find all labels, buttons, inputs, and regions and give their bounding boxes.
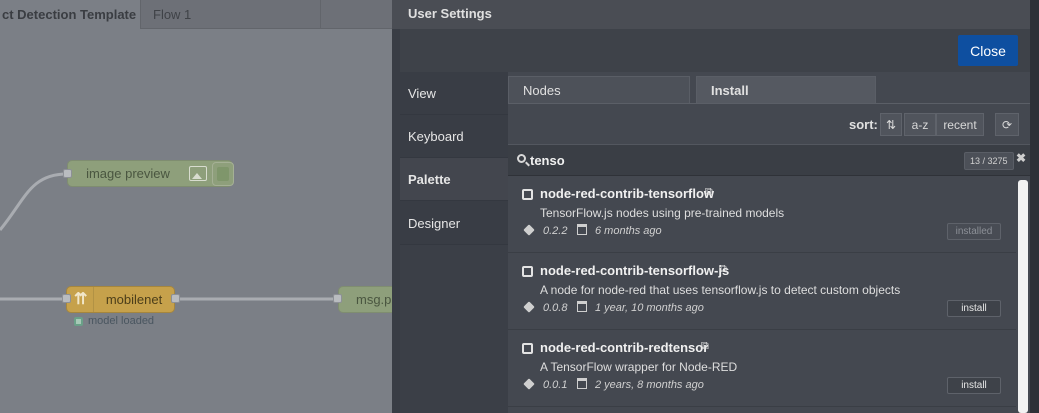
search-row: 13 / 3275 ✖: [508, 144, 1030, 176]
flow-editor: ct Detection Template Flow 1 image previ…: [0, 0, 392, 413]
msg-input-port[interactable]: [333, 294, 342, 303]
external-link-icon[interactable]: ⧉: [701, 340, 709, 353]
search-icon: [517, 154, 526, 163]
sort-recent-button[interactable]: recent: [936, 113, 984, 136]
clear-search-icon[interactable]: ✖: [1016, 151, 1026, 165]
mobilenet-input-port[interactable]: [62, 294, 71, 303]
refresh-button[interactable]: ⟳: [995, 113, 1019, 136]
dialog-edge: [1030, 0, 1039, 413]
calendar-icon: [577, 378, 587, 389]
palette-settings-content: Nodes Install sort: ⇅ a-z recent ⟳ 13 / …: [508, 72, 1030, 413]
dialog-title: User Settings: [408, 6, 492, 21]
sort-label: sort:: [849, 117, 878, 132]
mobilenet-output-port[interactable]: [171, 294, 180, 303]
image-icon: [189, 166, 207, 181]
dialog-header: User Settings: [392, 0, 1030, 29]
package-updated: 1 year, 10 months ago: [595, 302, 704, 314]
mobilenet-node-label: mobilenet: [105, 292, 163, 307]
tag-icon: [523, 301, 535, 313]
package-name-link[interactable]: node-red-contrib-tensorflow-js: [540, 263, 729, 278]
sort-relevance-button[interactable]: ⇅: [880, 113, 902, 136]
package-version: 0.2.2: [543, 225, 568, 237]
package-description: A TensorFlow wrapper for Node-RED: [540, 360, 738, 374]
external-link-icon[interactable]: ⧉: [719, 263, 727, 276]
list-item: node-red-contrib-redtensor ⧉ A TensorFlo…: [508, 330, 1016, 407]
sort-az-button[interactable]: a-z: [904, 113, 936, 136]
settings-nav-filler: [400, 245, 508, 413]
calendar-icon: [577, 301, 587, 312]
flow-wires: [0, 172, 338, 301]
tensorflow-icon: ⇈: [74, 291, 88, 308]
package-description: TensorFlow.js nodes using pre-trained mo…: [540, 206, 785, 220]
list-item: node-red-contrib-tensorflow-js ⧉ A node …: [508, 253, 1016, 330]
results-scrollbar-thumb[interactable]: [1018, 180, 1028, 413]
image-preview-node-label: image preview: [86, 166, 170, 181]
installed-button: installed: [947, 223, 1001, 240]
tab-nodes[interactable]: Nodes: [508, 76, 690, 104]
search-results-list: node-red-contrib-tensorflow ⧉ TensorFlow…: [508, 176, 1016, 413]
calendar-icon: [577, 224, 587, 235]
search-input[interactable]: [530, 150, 930, 170]
tab-install[interactable]: Install: [696, 76, 876, 104]
package-updated: 2 years, 8 months ago: [595, 379, 704, 391]
package-updated: 6 months ago: [595, 225, 662, 237]
sort-relevance-icon: ⇅: [885, 118, 897, 132]
msg-debug-node[interactable]: msg.p: [338, 286, 392, 313]
search-result-count: 13 / 3275: [964, 152, 1014, 170]
install-button[interactable]: install: [947, 377, 1001, 394]
package-version: 0.0.8: [543, 302, 568, 314]
package-icon: [522, 189, 533, 200]
image-preview-node[interactable]: image preview: [67, 160, 233, 187]
dialog-toolbar: [400, 29, 1030, 72]
list-item: node-red-contrib-tensorflow ⧉ TensorFlow…: [508, 176, 1016, 253]
close-button[interactable]: Close: [958, 35, 1018, 66]
external-link-icon[interactable]: ⧉: [705, 186, 713, 199]
install-button[interactable]: install: [947, 300, 1001, 317]
package-name-link[interactable]: node-red-contrib-tensorflow: [540, 186, 714, 201]
mobilenet-node[interactable]: ⇈ mobilenet: [66, 286, 175, 313]
wire-to-image-preview: [0, 172, 68, 231]
tag-icon: [523, 378, 535, 390]
settings-nav-designer[interactable]: Designer: [400, 202, 508, 245]
tab-divider: [508, 103, 1030, 104]
settings-nav-keyboard[interactable]: Keyboard: [400, 115, 508, 158]
image-preview-input-port[interactable]: [63, 169, 72, 178]
tag-icon: [523, 224, 535, 236]
settings-nav-palette[interactable]: Palette: [400, 158, 508, 201]
package-name-link[interactable]: node-red-contrib-redtensor: [540, 340, 708, 355]
msg-node-label: msg.p: [356, 292, 392, 307]
settings-nav-view[interactable]: View: [400, 72, 508, 115]
image-preview-toggle-button[interactable]: [212, 162, 234, 186]
package-icon: [522, 343, 533, 354]
package-version: 0.0.1: [543, 379, 568, 391]
refresh-icon: ⟳: [1001, 118, 1013, 132]
mobilenet-icon-box: ⇈: [67, 287, 94, 312]
package-description: A node for node-red that uses tensorflow…: [540, 283, 901, 297]
package-icon: [522, 266, 533, 277]
node-status-indicator: [74, 317, 83, 326]
node-status-text: model loaded: [88, 315, 155, 327]
